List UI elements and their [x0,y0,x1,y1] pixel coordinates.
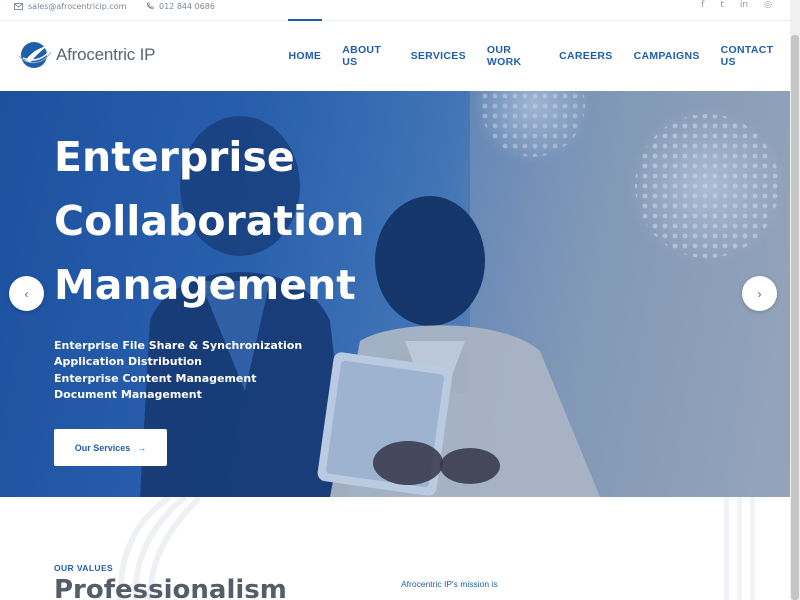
slider-prev-button[interactable]: ‹ [9,276,44,311]
nav-campaigns[interactable]: CAMPAIGNS [623,21,710,91]
linkedin-icon[interactable]: in [740,0,748,10]
contact-bar: sales@afrocentricip.com 012 844 0686 f t… [0,0,790,21]
nav-services[interactable]: SERVICES [400,21,476,91]
main-nav: HOME ABOUT US SERVICES OUR WORK CAREERS … [278,19,790,91]
social-links: f t in ◎ [701,0,772,10]
arrow-right-icon: → [137,442,147,453]
email-contact[interactable]: sales@afrocentricip.com [14,0,126,12]
nav-contact-us[interactable]: CONTACT US [710,21,790,91]
nav-home[interactable]: HOME [278,19,332,91]
hero-service-item: Enterprise File Share & Synchronization [54,339,303,352]
nav-our-work[interactable]: OUR WORK [476,21,548,91]
facebook-icon[interactable]: f [701,0,704,10]
phone-contact[interactable]: 012 844 0686 [146,0,215,12]
hero-service-item: Enterprise Content Management [54,371,257,385]
hero-service-item: Application Distribution [54,355,203,369]
envelope-icon [14,2,23,10]
nav-about-us[interactable]: ABOUT US [332,21,400,91]
nav-careers[interactable]: CAREERS [549,21,623,91]
logo-text: Afrocentric IP [56,45,156,64]
hero-title-line: Collaboration [54,197,365,245]
scrollbar[interactable] [790,0,800,600]
hero-title-line: Management [54,261,356,309]
logo-globe-icon [18,42,52,68]
hero-title-line: Enterprise [54,133,295,181]
hero-title: Enterprise Collaboration Management [54,125,364,317]
hero-service-list: Enterprise File Share & Synchronization … [54,338,302,403]
slider-next-button[interactable]: › [742,276,777,311]
scrollbar-thumb[interactable] [791,35,799,600]
phone-text[interactable]: 012 844 0686 [159,2,215,11]
decorative-lines [724,497,755,600]
email-text[interactable]: sales@afrocentricip.com [28,2,126,11]
hero-slider: Enterprise Collaboration Management Ente… [0,91,790,497]
site-header: Afrocentric IP HOME ABOUT US SERVICES OU… [0,19,790,91]
our-services-label: Our Services [74,442,131,453]
chevron-right-icon: › [757,286,762,301]
logo[interactable]: Afrocentric IP [18,39,155,71]
values-heading: Professionalism [54,575,287,600]
twitter-icon[interactable]: t [720,0,724,10]
our-services-button[interactable]: Our Services → [54,429,167,466]
instagram-icon[interactable]: ◎ [764,0,772,10]
values-section: OUR VALUES Professionalism Afrocentric I… [0,497,790,600]
hero-service-item: Document Management [54,387,202,401]
mission-text: Afrocentric IP's mission is [401,579,498,589]
values-eyebrow: OUR VALUES [54,563,114,573]
phone-icon [147,2,154,10]
chevron-left-icon: ‹ [24,286,29,301]
